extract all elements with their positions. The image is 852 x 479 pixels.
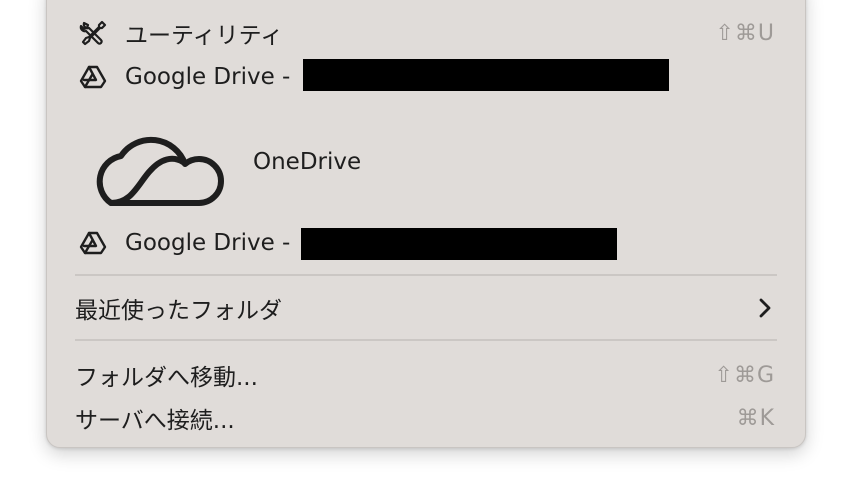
shortcut-hint: ⇧⌘U — [715, 20, 775, 46]
chevron-right-icon — [755, 296, 775, 320]
tools-icon — [77, 17, 109, 49]
menu-item-utilities[interactable]: ユーティリティ ⇧⌘U — [47, 13, 805, 53]
menu-separator — [75, 339, 777, 341]
google-drive-icon — [77, 61, 109, 93]
shortcut-hint: ⇧⌘G — [714, 362, 775, 388]
menu-item-label: Google Drive - — [125, 230, 291, 256]
menu-item-connect-to-server[interactable]: サーバへ接続... ⌘K — [47, 398, 805, 438]
redacted-account-name — [303, 59, 669, 91]
menu-item-google-drive-2[interactable]: Google Drive - — [47, 223, 805, 263]
menu-item-google-drive-1[interactable]: Google Drive - — [47, 57, 805, 97]
menu-item-label: ユーティリティ — [125, 23, 284, 49]
menu-item-label: フォルダへ移動... — [75, 365, 258, 391]
menu-item-label: OneDrive — [253, 149, 362, 175]
menu-item-label: サーバへ接続... — [75, 408, 235, 434]
menu-item-label: Google Drive - — [125, 64, 291, 90]
go-menu: ユーティリティ ⇧⌘U Google Drive - OneDrive Goog… — [46, 0, 806, 448]
onedrive-cloud-icon — [87, 116, 227, 208]
redacted-account-name — [301, 228, 617, 260]
menu-item-label: 最近使ったフォルダ — [75, 298, 282, 324]
menu-item-recent-folders[interactable]: 最近使ったフォルダ — [47, 288, 805, 328]
menu-separator — [75, 274, 777, 276]
shortcut-hint: ⌘K — [736, 405, 775, 431]
google-drive-icon — [77, 227, 109, 259]
menu-item-onedrive[interactable]: OneDrive — [47, 116, 805, 208]
menu-item-go-to-folder[interactable]: フォルダへ移動... ⇧⌘G — [47, 355, 805, 395]
